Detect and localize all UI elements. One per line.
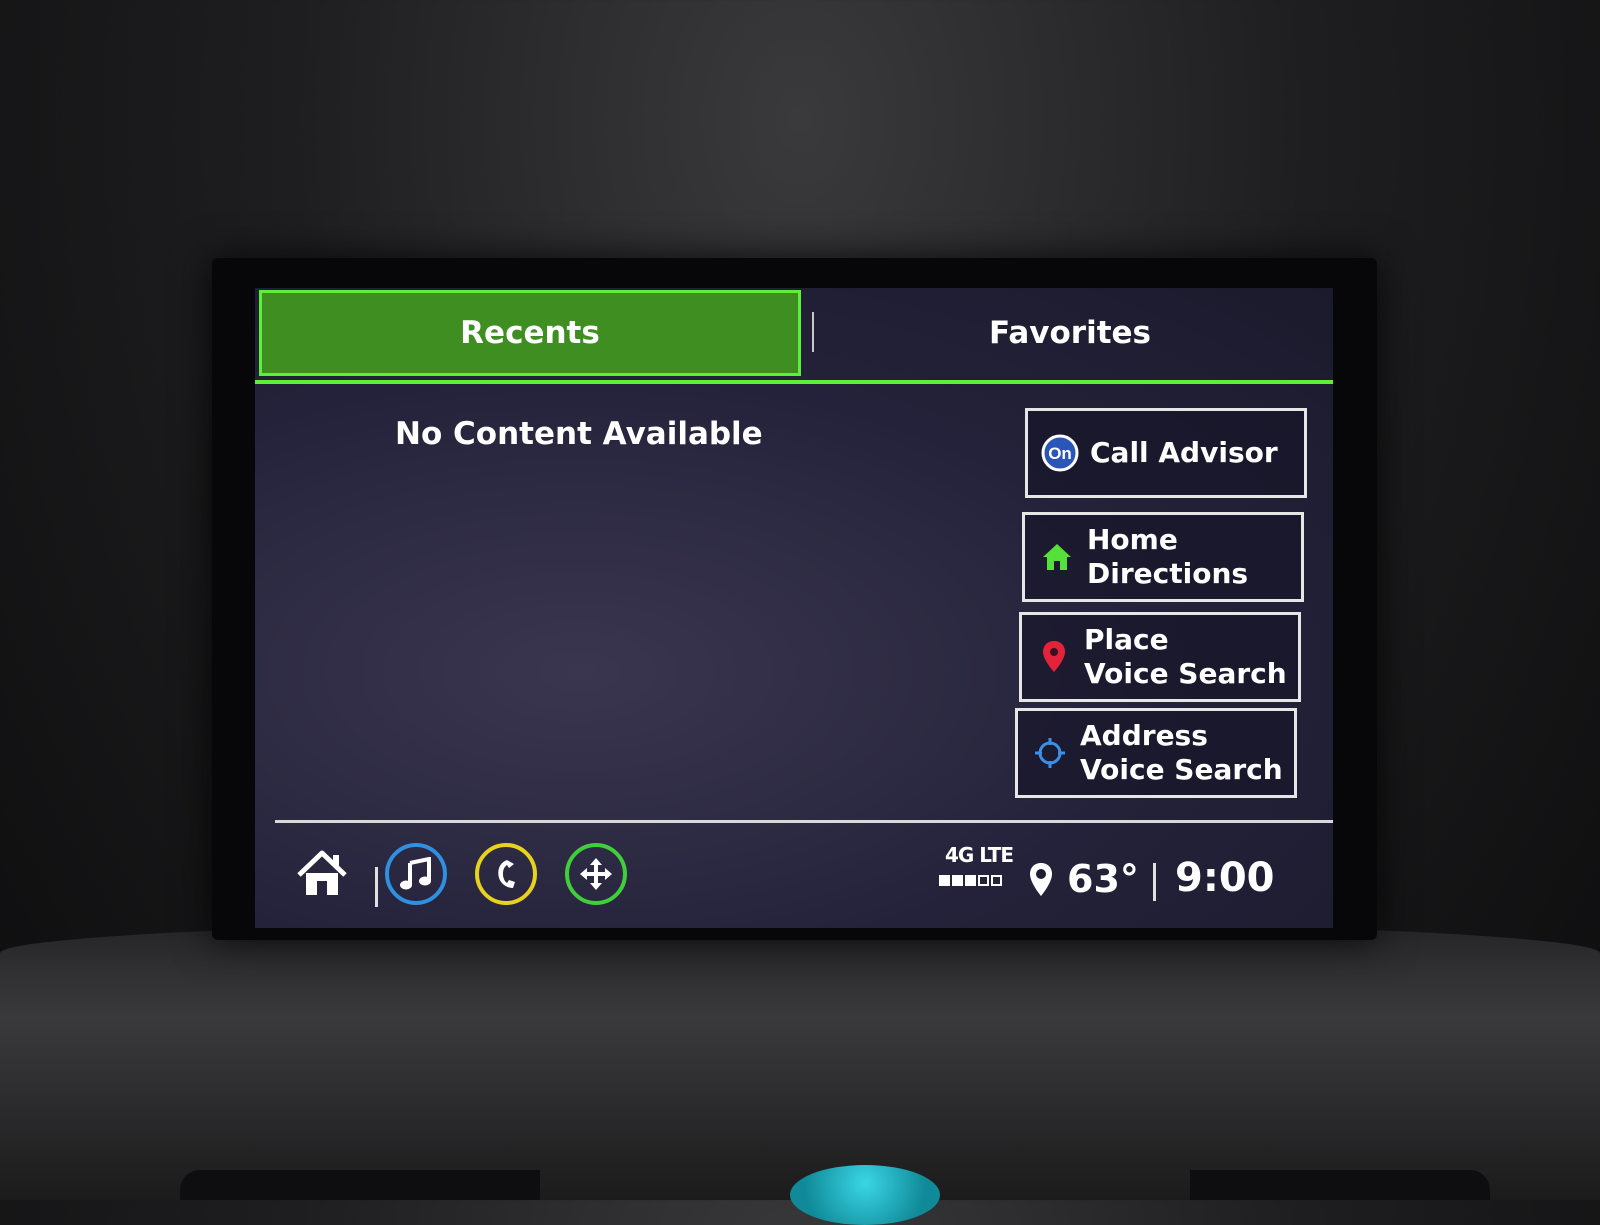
temperature: 63° (1067, 857, 1139, 901)
volume-knob (790, 1165, 940, 1225)
crosshair-icon (1030, 733, 1070, 773)
home-icon (297, 850, 347, 895)
address-voice-search-button[interactable]: Address Voice Search (1015, 708, 1297, 798)
air-vent-right (1190, 1170, 1490, 1200)
empty-state-message: No Content Available (395, 416, 763, 452)
signal-bar (939, 875, 950, 886)
home-icon (1037, 537, 1077, 577)
signal-bar (952, 875, 963, 886)
infotainment-screen: Recents Favorites No Content Available O… (255, 288, 1333, 928)
address-voice-search-line2: Voice Search (1080, 753, 1283, 786)
tab-favorites[interactable]: Favorites (815, 290, 1325, 376)
clock[interactable]: 9:00 (1175, 855, 1275, 901)
tab-recents[interactable]: Recents (259, 290, 801, 376)
location-pin-icon (1030, 863, 1052, 896)
call-advisor-text: Call Advisor (1090, 436, 1278, 469)
home-directions-button[interactable]: Home Directions (1022, 512, 1304, 602)
signal-bar (991, 875, 1002, 886)
call-advisor-label: Call Advisor (1090, 436, 1278, 470)
navigation-button[interactable] (565, 843, 627, 905)
bottom-bar: 4G LTE 63° 9:00 (255, 823, 1333, 928)
phone-button[interactable] (475, 843, 537, 905)
tab-underline (255, 380, 1333, 384)
place-voice-search-button[interactable]: Place Voice Search (1019, 612, 1301, 702)
music-note-icon (400, 857, 431, 890)
network-type: 4G LTE (945, 843, 1014, 867)
signal-bar (965, 875, 976, 886)
dashboard-lower-trim (0, 920, 1600, 1200)
audio-button[interactable] (385, 843, 447, 905)
tab-recents-label: Recents (460, 315, 600, 351)
place-voice-search-label: Place Voice Search (1084, 623, 1287, 691)
address-voice-search-line1: Address (1080, 719, 1208, 752)
home-separator (375, 867, 378, 907)
home-directions-label: Home Directions (1087, 523, 1248, 591)
signal-strength (939, 875, 1002, 886)
signal-bar (978, 875, 989, 886)
map-pin-icon (1034, 637, 1074, 677)
air-vent-left (180, 1170, 540, 1200)
tab-divider (812, 312, 814, 352)
tab-favorites-label: Favorites (989, 315, 1151, 351)
home-button[interactable] (295, 849, 349, 899)
tab-bar: Recents Favorites (255, 288, 1333, 388)
home-directions-line1: Home (1087, 523, 1178, 556)
address-voice-search-label: Address Voice Search (1080, 719, 1283, 787)
home-directions-line2: Directions (1087, 557, 1249, 590)
onstar-icon: On (1040, 433, 1080, 473)
phone-icon (498, 860, 515, 888)
place-voice-search-line2: Voice Search (1084, 657, 1287, 690)
call-advisor-button[interactable]: On Call Advisor (1025, 408, 1307, 498)
status-separator (1153, 863, 1156, 901)
navigation-arrows-icon (580, 858, 612, 890)
svg-text:On: On (1048, 444, 1072, 463)
location-pin-status (1027, 861, 1055, 899)
place-voice-search-line1: Place (1084, 623, 1169, 656)
